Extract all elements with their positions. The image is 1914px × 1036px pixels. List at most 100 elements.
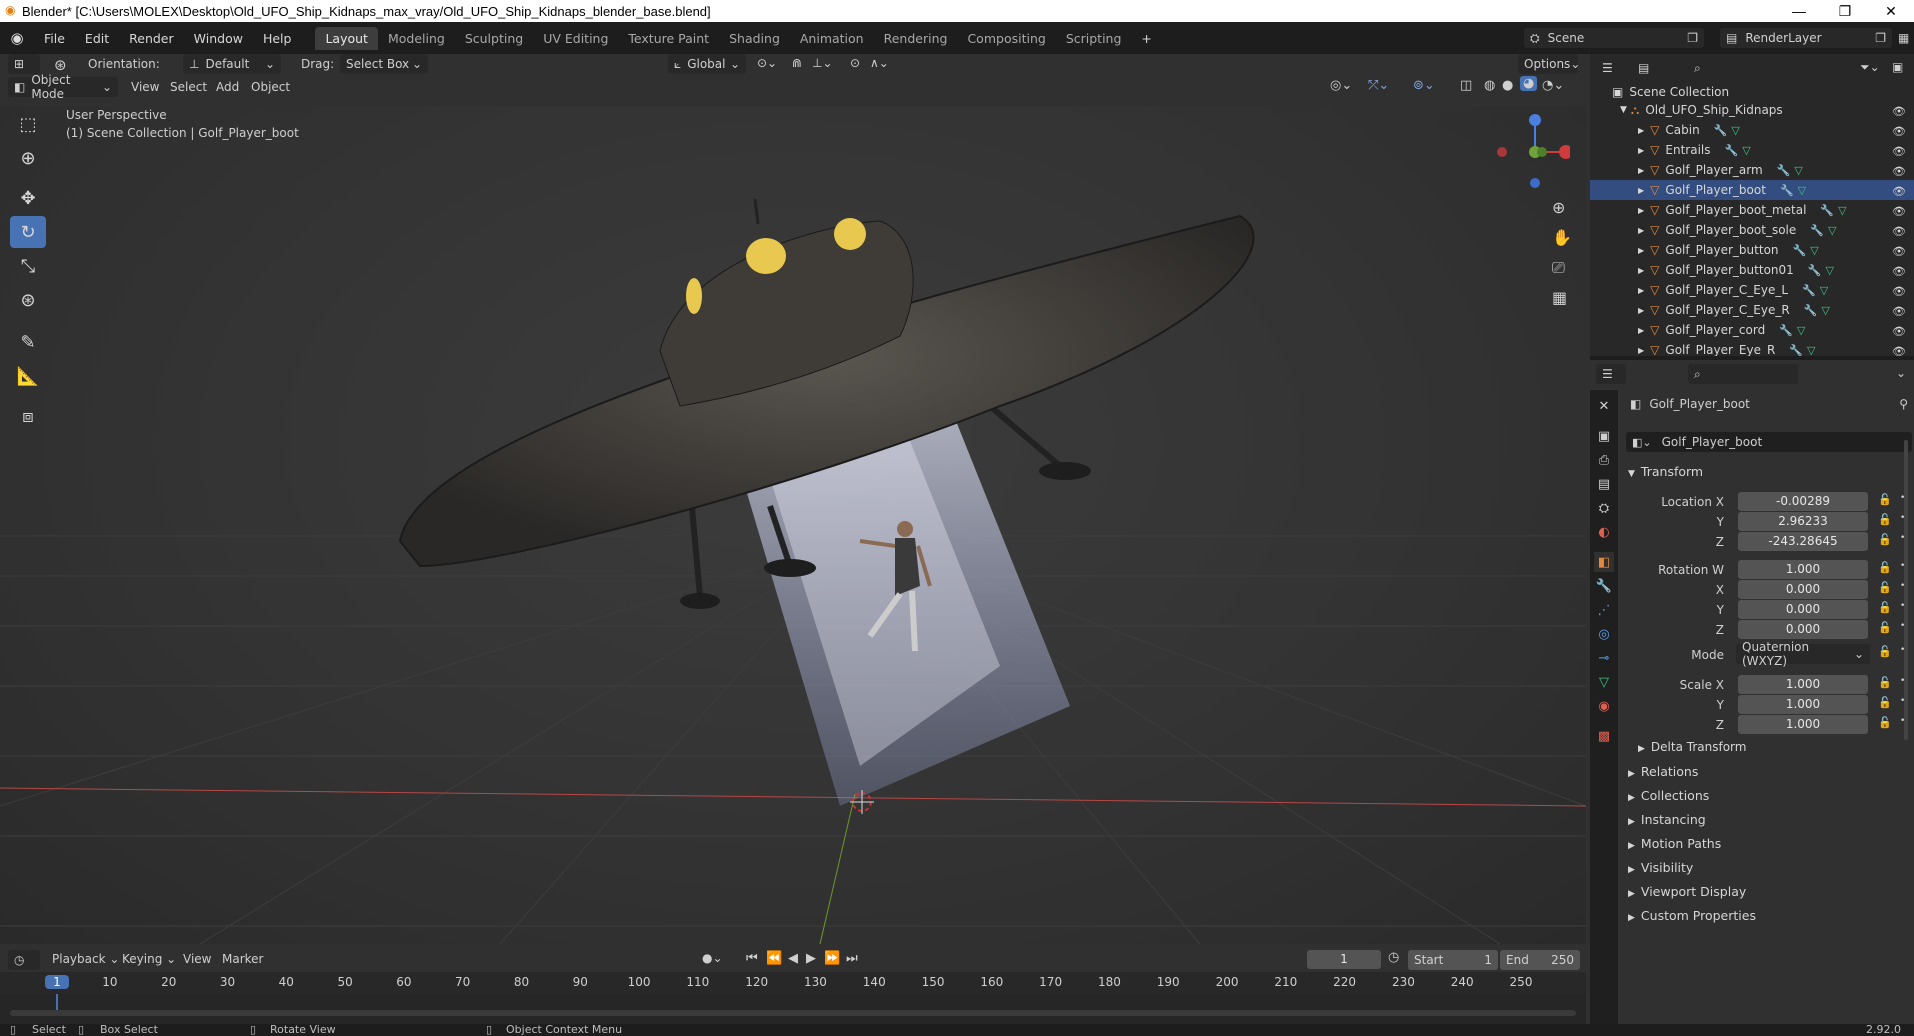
wireframe-shading-icon[interactable]: ◍ [1484, 78, 1495, 93]
new-collection-icon[interactable]: ▣ [1892, 60, 1903, 74]
expand-arrow-icon[interactable]: ▶ [1638, 286, 1644, 295]
navigation-gizmo[interactable] [1490, 108, 1570, 188]
modifiers-tab-icon[interactable]: 🔧 [1594, 576, 1614, 596]
mesh-data-icon[interactable]: ▽ [1820, 284, 1828, 297]
move-tool-icon[interactable]: ✥ [10, 182, 46, 214]
transform-tool-icon[interactable]: ⊛ [10, 284, 46, 316]
panel-instancing[interactable]: ▶ Instancing [1628, 812, 1706, 827]
minimize-icon[interactable]: — [1776, 0, 1822, 22]
rotation-z-field[interactable]: 0.000 [1738, 620, 1868, 639]
modifier-icon[interactable]: 🔧 [1779, 324, 1793, 337]
properties-scrollbar[interactable] [1904, 440, 1908, 740]
eye-icon[interactable]: 👁 [1892, 305, 1906, 318]
tab-layout[interactable]: Layout [315, 26, 378, 50]
eye-icon[interactable]: 👁 [1892, 145, 1906, 158]
expand-arrow-icon[interactable]: ▶ [1638, 126, 1644, 135]
mesh-data-icon[interactable]: ▽ [1810, 244, 1818, 257]
timeline-menu-keying[interactable]: Keying ⌄ [122, 952, 176, 966]
play-icon[interactable]: ▶ [806, 951, 816, 966]
rotate-tool-icon[interactable]: ↻ [10, 216, 46, 248]
eye-icon[interactable]: 👁 [1892, 165, 1906, 178]
rotation-x-field[interactable]: 0.000 [1738, 580, 1868, 599]
delta-transform-subpanel[interactable]: ▶ Delta Transform [1638, 740, 1746, 754]
solid-shading-icon[interactable]: ● [1502, 78, 1513, 93]
modifier-icon[interactable]: 🔧 [1804, 304, 1818, 317]
modifier-icon[interactable]: 🔧 [1808, 264, 1822, 277]
lock-icon[interactable]: 🔓 [1878, 645, 1892, 658]
data-tab-icon[interactable]: ▽ [1594, 672, 1614, 692]
timeline-menu-playback[interactable]: Playback ⌄ [52, 952, 119, 966]
mesh-data-icon[interactable]: ▽ [1807, 344, 1815, 357]
outliner-item[interactable]: ▶ ▽ Golf_Player_button 🔧 ▽ 👁 [1590, 240, 1914, 260]
lock-icon[interactable]: 🔓 [1878, 493, 1892, 506]
add-cube-tool-icon[interactable]: ⧈ [10, 400, 46, 432]
outliner-collection[interactable]: ▼ ⛬ Old_UFO_Ship_Kidnaps 👁 [1590, 100, 1914, 120]
blender-menu-icon[interactable]: ◉ [0, 29, 34, 47]
expand-arrow-icon[interactable]: ▶ [1638, 146, 1644, 155]
outliner-item[interactable]: ▶ ▽ Golf_Player_boot_sole 🔧 ▽ 👁 [1590, 220, 1914, 240]
eye-icon[interactable]: 👁 [1892, 105, 1906, 118]
play-reverse-icon[interactable]: ◀ [788, 951, 798, 966]
lock-icon[interactable]: 🔓 [1878, 601, 1892, 614]
measure-tool-icon[interactable]: 📐 [10, 360, 46, 392]
menu-help[interactable]: Help [253, 31, 302, 46]
orientation-dropdown[interactable]: ⊥ Default ⌄ [183, 54, 281, 74]
lock-icon[interactable]: 🔓 [1878, 716, 1892, 729]
output-tab-icon[interactable]: ⎙ [1594, 450, 1614, 470]
material-tab-icon[interactable]: ◉ [1594, 696, 1614, 716]
panel-relations[interactable]: ▶ Relations [1628, 764, 1698, 779]
mesh-data-icon[interactable]: ▽ [1742, 144, 1750, 157]
timeline-ruler[interactable]: 1 10 20 30 40 50 60 70 80 90 100 110 120 130 140 150 160… [0, 972, 1586, 994]
tab-modeling[interactable]: Modeling [378, 27, 455, 50]
outliner-item[interactable]: ▶ ▽ Cabin 🔧 ▽ 👁 [1590, 120, 1914, 140]
material-shading-icon[interactable]: ◕ [1520, 76, 1538, 91]
transform-panel-header[interactable]: ▼ Transform [1628, 464, 1703, 479]
falloff-icon[interactable]: ∧⌄ [870, 56, 889, 70]
location-y-field[interactable]: 2.96233 [1738, 512, 1868, 531]
lock-icon[interactable]: 🔓 [1878, 696, 1892, 709]
mesh-data-icon[interactable]: ▽ [1821, 304, 1829, 317]
particles-tab-icon[interactable]: ⋰ [1594, 600, 1614, 620]
zoom-icon[interactable]: ⊕ [1552, 198, 1565, 217]
outliner-item[interactable]: ▶ ▽ Golf_Player_cord 🔧 ▽ 👁 [1590, 320, 1914, 340]
object-tab-icon[interactable]: ◧ [1594, 552, 1614, 572]
mesh-data-icon[interactable]: ▽ [1838, 204, 1846, 217]
render-layer-selector[interactable]: ▤ RenderLayer ❐ [1720, 28, 1892, 48]
eye-icon[interactable]: 👁 [1892, 285, 1906, 298]
select-box-tool-icon[interactable]: ⬚ [10, 108, 46, 140]
display-mode-dropdown[interactable]: ▤ [1632, 58, 1662, 78]
texture-tab-icon[interactable]: ▩ [1594, 726, 1614, 746]
camera-view-icon[interactable]: ⎚ [1552, 258, 1565, 278]
properties-search-input[interactable]: ⌕ [1688, 364, 1798, 384]
object-browse-icon[interactable]: ◧⌄ [1632, 436, 1652, 449]
outliner-search-input[interactable]: ⌕ [1688, 58, 1828, 78]
timeline-scrollbar[interactable] [10, 1010, 1576, 1016]
filter-icon[interactable]: ⏷⌄ [1860, 60, 1880, 75]
viewport-menu-add[interactable]: Add [216, 80, 239, 94]
world-tab-icon[interactable]: ◐ [1594, 522, 1614, 542]
scale-x-field[interactable]: 1.000 [1738, 675, 1868, 694]
perspective-toggle-icon[interactable]: ▦ [1552, 288, 1567, 307]
lock-icon[interactable]: 🔓 [1878, 513, 1892, 526]
pan-hand-icon[interactable]: ✋ [1552, 228, 1572, 247]
eye-icon[interactable]: 👁 [1892, 225, 1906, 238]
snap-target-icon[interactable]: ⊥⌄ [812, 56, 833, 70]
timeline-menu-view[interactable]: View [183, 952, 211, 966]
preview-range-icon[interactable]: ◷ [1388, 950, 1399, 965]
rotation-y-field[interactable]: 0.000 [1738, 600, 1868, 619]
current-frame-field[interactable]: 1 [1307, 950, 1381, 969]
outliner-item[interactable]: ▶ ▽ Golf_Player_button01 🔧 ▽ 👁 [1590, 260, 1914, 280]
mesh-data-icon[interactable]: ▽ [1794, 164, 1802, 177]
start-frame-field[interactable]: Start 1 [1408, 950, 1498, 970]
mesh-data-icon[interactable]: ▽ [1797, 324, 1805, 337]
add-workspace-icon[interactable]: + [1131, 31, 1161, 46]
modifier-icon[interactable]: 🔧 [1793, 244, 1807, 257]
outliner-item[interactable]: ▶ ▽ Golf_Player_boot_metal 🔧 ▽ 👁 [1590, 200, 1914, 220]
expand-arrow-icon[interactable]: ▶ [1638, 306, 1644, 315]
modifier-icon[interactable]: 🔧 [1810, 224, 1824, 237]
pin-icon[interactable]: ⚲ [1899, 397, 1908, 411]
eye-icon[interactable]: 👁 [1892, 245, 1906, 258]
eye-icon[interactable]: 👁 [1892, 205, 1906, 218]
new-scene-icon[interactable]: ❐ [1687, 31, 1698, 45]
view-layer-tab-icon[interactable]: ▤ [1594, 474, 1614, 494]
